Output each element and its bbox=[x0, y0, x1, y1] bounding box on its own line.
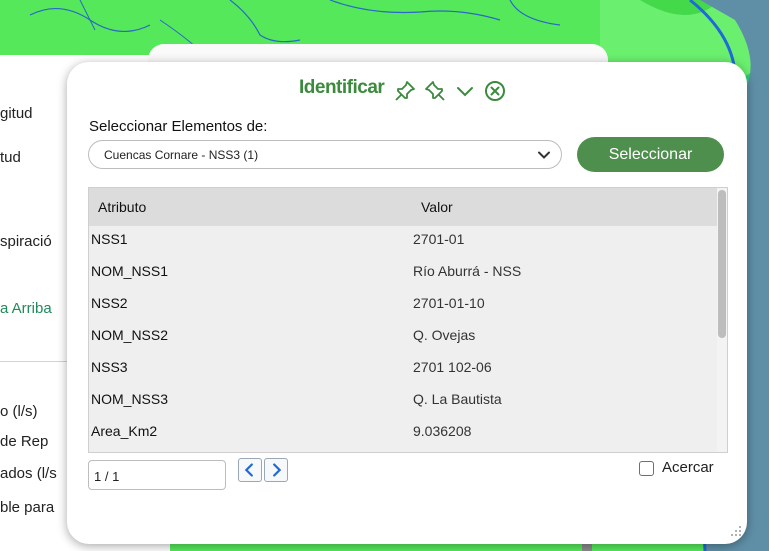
table-row: Area_Km2 9.036208 bbox=[89, 418, 717, 450]
page-input[interactable]: 1 / 1 bbox=[88, 460, 226, 490]
column-header-value: Valor bbox=[421, 199, 453, 215]
select-label: Seleccionar Elementos de: bbox=[89, 118, 268, 135]
next-page-button[interactable] bbox=[264, 458, 288, 482]
title-icon-group bbox=[393, 78, 507, 104]
page-value: 1 / 1 bbox=[94, 469, 120, 484]
identify-dialog: Identificar Seleccionar Elementos de: Cu… bbox=[67, 62, 747, 544]
attribute-cell: NSS1 bbox=[91, 231, 128, 247]
table-header: Atributo Valor bbox=[89, 188, 717, 226]
pin-icon[interactable] bbox=[393, 79, 417, 103]
resize-handle-icon[interactable] bbox=[729, 524, 743, 538]
select-value: Cuencas Cornare - NSS3 (1) bbox=[104, 148, 259, 162]
left-item-6: de Rep bbox=[0, 433, 49, 450]
left-item-8: ble para bbox=[0, 499, 55, 516]
table-row: NSS3 2701 102-06 bbox=[89, 354, 717, 386]
value-cell: 2701 102-06 bbox=[413, 359, 492, 375]
previous-page-button[interactable] bbox=[238, 458, 262, 482]
value-cell: Río Aburrá - NSS bbox=[413, 263, 522, 279]
left-item-7: ados (l/s bbox=[0, 465, 57, 482]
value-cell: Q. La Bautista bbox=[413, 391, 502, 407]
scrollbar-thumb[interactable] bbox=[718, 190, 726, 338]
pin-outline-icon[interactable] bbox=[423, 79, 447, 103]
left-item-5: o (l/s) bbox=[0, 403, 38, 420]
select-button[interactable]: Seleccionar bbox=[577, 137, 724, 172]
close-circle-icon[interactable] bbox=[483, 79, 507, 103]
table-row: NOM_NSS1 Río Aburrá - NSS bbox=[89, 258, 717, 290]
dialog-title: Identificar bbox=[299, 77, 385, 98]
layer-select[interactable]: Cuencas Cornare - NSS3 (1) bbox=[88, 140, 562, 169]
attribute-cell: Area_Km2 bbox=[91, 423, 158, 439]
table-scrollbar[interactable] bbox=[717, 188, 727, 452]
attribute-cell: NSS3 bbox=[91, 359, 128, 375]
column-header-attribute: Atributo bbox=[98, 199, 147, 215]
zoom-checkbox[interactable] bbox=[639, 461, 654, 476]
table-row: NSS1 2701-01 bbox=[89, 226, 717, 258]
left-item-1: gitud bbox=[0, 105, 33, 122]
attribute-table: Atributo Valor NSS1 2701-01 NOM_NSS1 Río… bbox=[88, 187, 728, 453]
value-cell: Q. Ovejas bbox=[413, 327, 476, 343]
left-item-3: spiració bbox=[0, 233, 52, 250]
table-row: NOM_NSS3 Q. La Bautista bbox=[89, 386, 717, 418]
value-cell: 2701-01 bbox=[413, 231, 465, 247]
left-link-item[interactable]: a Arriba bbox=[0, 300, 52, 317]
table-row: NSS2 2701-01-10 bbox=[89, 290, 717, 322]
attribute-cell: NOM_NSS2 bbox=[91, 327, 169, 343]
value-cell: 2701-01-10 bbox=[413, 295, 485, 311]
chevron-down-icon bbox=[538, 151, 550, 159]
left-item-2: tud bbox=[0, 149, 21, 166]
attribute-cell: NOM_NSS1 bbox=[91, 263, 169, 279]
attribute-cell: NSS2 bbox=[91, 295, 128, 311]
attribute-cell: NOM_NSS3 bbox=[91, 391, 169, 407]
chevron-down-icon[interactable] bbox=[453, 79, 477, 103]
value-cell: 9.036208 bbox=[413, 423, 472, 439]
zoom-checkbox-label[interactable]: Acercar bbox=[662, 459, 714, 476]
table-row: NOM_NSS2 Q. Ovejas bbox=[89, 322, 717, 354]
